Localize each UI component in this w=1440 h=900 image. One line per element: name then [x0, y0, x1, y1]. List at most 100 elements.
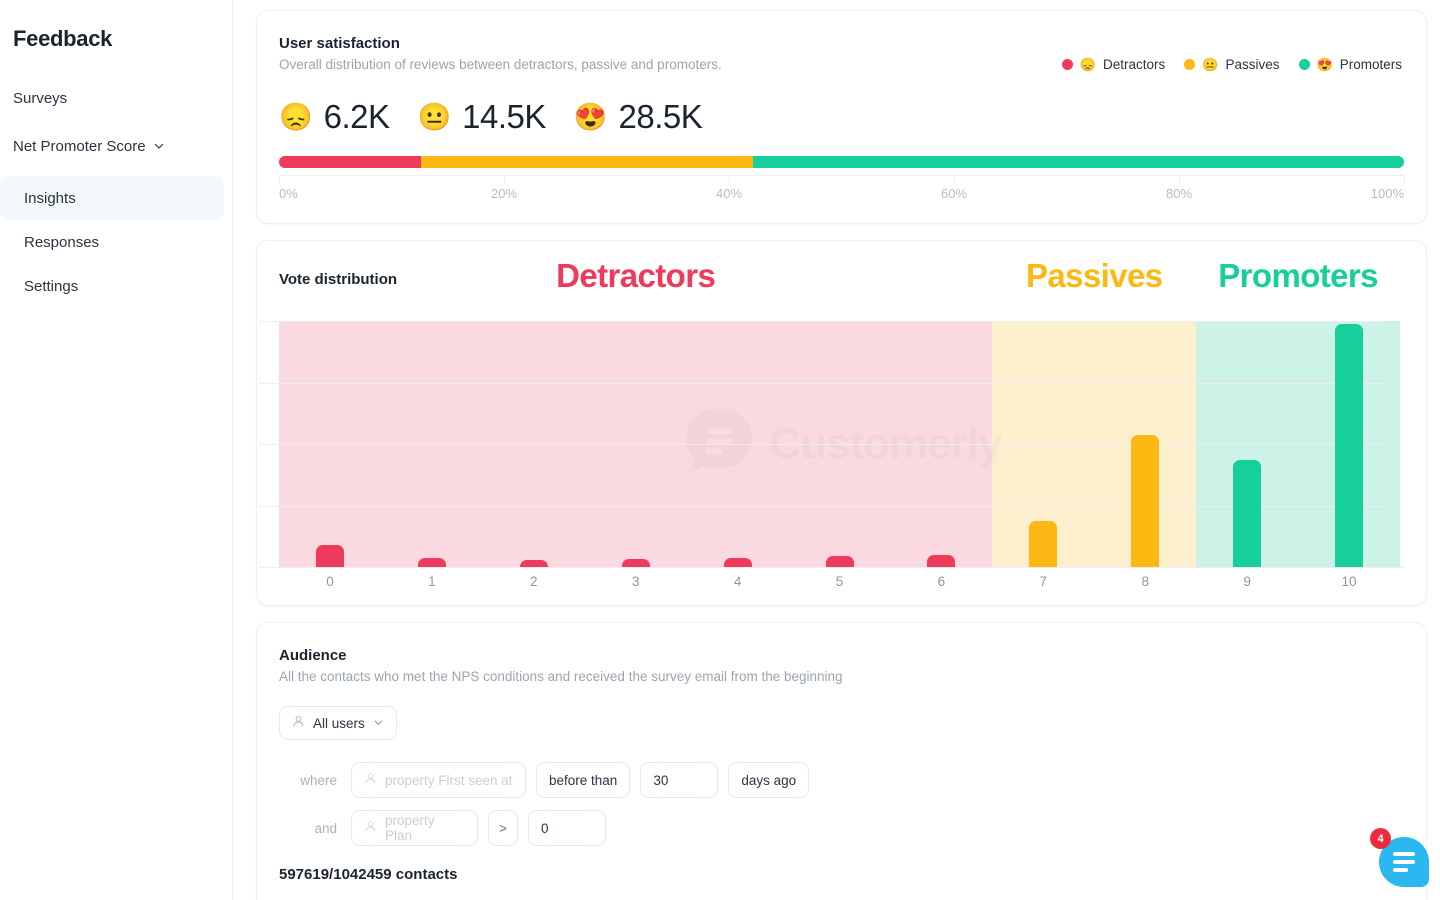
stat-promoters: 😍 28.5K	[574, 98, 703, 136]
sidebar-item-label: Net Promoter Score	[13, 137, 146, 155]
legend-swatch-detractors	[1061, 59, 1073, 70]
bar-score-7[interactable]	[1029, 521, 1058, 567]
bar-score-6[interactable]	[927, 555, 956, 567]
sidebar: Feedback Surveys Net Promoter Score Insi…	[0, 0, 233, 900]
filter-value-input[interactable]: 30	[640, 762, 719, 798]
filter-operator-select[interactable]: >	[488, 810, 518, 846]
bar-score-1[interactable]	[417, 558, 446, 567]
legend-label: Promoters	[1339, 57, 1402, 72]
filter-value-input[interactable]: 0	[528, 810, 606, 846]
axis-tick	[504, 176, 505, 183]
legend-item-passives[interactable]: 😐 Passives	[1184, 57, 1280, 72]
axis-tick	[279, 176, 280, 183]
bar-segment-passives	[420, 156, 753, 168]
app-brand-title: Feedback	[13, 26, 113, 51]
bar-score-9[interactable]	[1233, 460, 1262, 567]
bar-score-8[interactable]	[1131, 435, 1160, 567]
chevron-down-icon	[373, 716, 384, 731]
sidebar-item-label: Responses	[24, 233, 100, 251]
filter-property-placeholder: property Plan	[385, 813, 435, 843]
axis-tick	[729, 176, 730, 183]
axis-tick-label: 100%	[1370, 186, 1404, 201]
legend-swatch-passives	[1184, 59, 1196, 70]
x-axis-label: 0	[326, 574, 334, 589]
stat-value: 14.5K	[462, 98, 546, 135]
axis-tick-label: 60%	[940, 186, 968, 201]
x-axis-label: 7	[1039, 574, 1048, 589]
axis-tick	[954, 176, 955, 183]
audience-card: Audience All the contacts who met the NP…	[256, 622, 1427, 900]
sidebar-item-insights[interactable]: Insights	[0, 176, 224, 220]
bar-score-4[interactable]	[723, 558, 752, 567]
axis-tick-label: 80%	[1165, 186, 1193, 201]
sidebar-nav: Surveys Net Promoter Score Insights Resp…	[0, 80, 232, 308]
satisfaction-distribution-bar: 0% 20% 40% 60% 80% 100%	[279, 156, 1405, 205]
chat-unread-badge: 4	[1370, 828, 1391, 849]
band-label-passives: Passives	[1026, 257, 1163, 294]
sidebar-item-net-promoter-score[interactable]: Net Promoter Score	[0, 128, 224, 164]
legend-label: Detractors	[1103, 57, 1166, 72]
x-axis-label: 6	[937, 574, 946, 589]
vote-distribution-title: Vote distribution	[279, 271, 398, 288]
x-axis-label: 3	[631, 574, 640, 589]
app-root: Feedback Surveys Net Promoter Score Insi…	[0, 0, 1440, 900]
audience-segment-select[interactable]: All users	[279, 706, 397, 740]
axis-tick-label: 0%	[279, 186, 298, 201]
audience-segment-label: All users	[313, 715, 365, 731]
percentage-axis: 0% 20% 40% 60% 80% 100%	[279, 175, 1405, 205]
bar-score-10[interactable]	[1335, 324, 1364, 567]
bar-score-2[interactable]	[519, 560, 548, 567]
filter-operator-select[interactable]: before than	[536, 762, 631, 798]
heart-eyes-face-icon: 😍	[1316, 57, 1333, 72]
x-axis-label: 8	[1141, 574, 1149, 589]
axis-tick	[1404, 176, 1405, 183]
user-satisfaction-card: User satisfaction Overall distribution o…	[256, 10, 1427, 224]
x-axis-label: 4	[733, 574, 742, 589]
filter-property-field[interactable]: property First seen at	[351, 762, 526, 798]
bar-score-3[interactable]	[621, 559, 650, 567]
sad-face-icon: 😞	[279, 101, 313, 132]
user-icon	[292, 715, 305, 731]
legend-item-detractors[interactable]: 😞 Detractors	[1061, 57, 1166, 72]
contacts-count: 597619/1042459 contacts	[279, 866, 458, 883]
stat-value: 6.2K	[323, 98, 390, 135]
axis-tick-label: 40%	[715, 186, 743, 201]
sidebar-item-label: Insights	[24, 189, 76, 207]
x-axis-label: 9	[1243, 574, 1251, 589]
neutral-face-icon: 😐	[417, 101, 452, 132]
chat-launcher-button[interactable]: 4	[1370, 828, 1429, 887]
filter-property-field[interactable]: property Plan	[351, 810, 478, 846]
bar-segment-detractors	[279, 156, 421, 168]
sidebar-item-surveys[interactable]: Surveys	[0, 80, 224, 116]
stat-value: 28.5K	[618, 98, 703, 135]
sidebar-item-label: Surveys	[13, 89, 68, 107]
vote-distribution-plot: Customerly	[259, 321, 1404, 568]
neutral-face-icon: 😐	[1202, 57, 1219, 72]
filter-unit-select[interactable]: days ago	[728, 762, 810, 798]
vote-distribution-card: Vote distribution Detractors Passives Pr…	[256, 240, 1427, 606]
legend-label: Passives	[1225, 57, 1280, 72]
stat-detractors: 😞 6.2K	[279, 98, 390, 136]
filter-property-placeholder: property First seen at	[385, 772, 513, 788]
audience-filters: where property First seen at before than…	[279, 762, 1404, 846]
satisfaction-stats: 😞 6.2K 😐 14.5K 😍 28.5K	[279, 98, 1404, 136]
user-icon	[364, 820, 377, 836]
band-label-promoters: Promoters	[1218, 257, 1378, 294]
sad-face-icon: 😞	[1079, 57, 1097, 72]
x-axis-label: 2	[530, 574, 538, 589]
legend-item-promoters[interactable]: 😍 Promoters	[1298, 57, 1402, 72]
x-axis-label: 1	[428, 574, 436, 589]
gridline	[259, 382, 1384, 384]
sidebar-item-responses[interactable]: Responses	[0, 220, 224, 264]
axis-tick	[1179, 176, 1180, 183]
bar-score-5[interactable]	[825, 556, 854, 567]
audience-title: Audience	[279, 647, 347, 664]
score-axis: 0 1 2 3 4 5 6 7 8 9 10	[279, 567, 1404, 595]
legend-swatch-promoters	[1298, 59, 1310, 70]
bar-score-0[interactable]	[315, 545, 344, 567]
main-content: User satisfaction Overall distribution o…	[233, 0, 1440, 900]
stacked-bar	[279, 156, 1404, 168]
filter-row: where property First seen at before than…	[279, 762, 1404, 798]
sidebar-item-settings[interactable]: Settings	[0, 264, 224, 308]
gridline	[259, 321, 1384, 322]
